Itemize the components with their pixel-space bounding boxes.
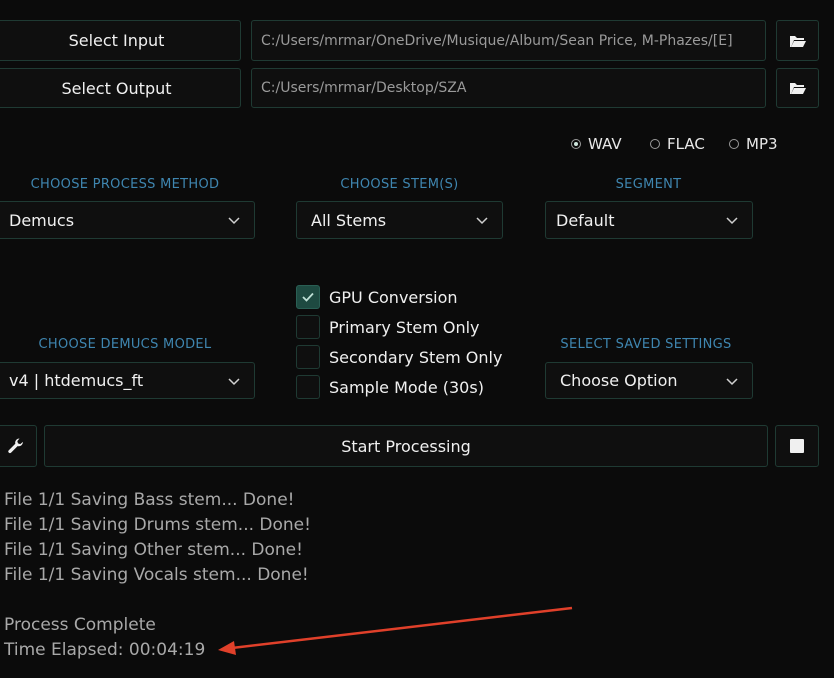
annotation-arrow <box>218 606 573 655</box>
